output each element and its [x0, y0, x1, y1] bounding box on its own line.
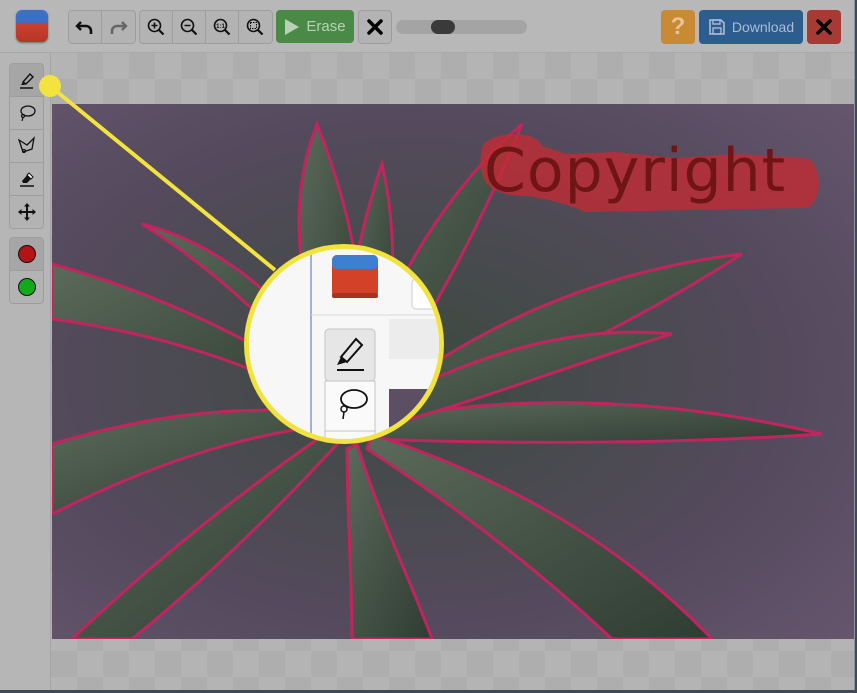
zoom-in-button[interactable] — [140, 11, 173, 43]
clear-x-icon — [367, 19, 383, 35]
history-group — [68, 10, 136, 44]
marker-icon — [19, 72, 34, 89]
top-toolbar: 1:1 Erase ? Download — [0, 0, 854, 53]
redo-icon — [110, 21, 128, 34]
zoom-actual-size-button[interactable]: 1:1 — [206, 11, 239, 43]
zoom-group: 1:1 — [139, 10, 273, 44]
svg-text:1:1: 1:1 — [216, 24, 225, 30]
magnifier-callout — [244, 244, 444, 444]
watermark-text: Copyright — [484, 136, 787, 206]
app-logo-icon — [16, 10, 48, 42]
magnified-marker-tool — [249, 249, 439, 439]
zoom-fit-icon — [246, 18, 264, 36]
close-icon — [816, 19, 832, 35]
zoom-out-icon — [180, 18, 198, 36]
help-icon: ? — [670, 13, 686, 40]
save-disk-icon — [709, 19, 725, 35]
zoom-out-button[interactable] — [173, 11, 206, 43]
red-dot-icon — [17, 245, 36, 263]
eraser-icon — [19, 172, 34, 187]
lasso-icon — [19, 105, 36, 122]
keep-color-button[interactable] — [10, 271, 43, 303]
brush-size-slider[interactable] — [396, 20, 527, 34]
color-group — [9, 237, 44, 304]
erase-button[interactable]: Erase — [276, 10, 354, 43]
zoom-fit-button[interactable] — [239, 11, 271, 43]
polygon-lasso-icon — [17, 136, 35, 154]
remove-color-button[interactable] — [10, 238, 43, 271]
brush-size-slider-thumb[interactable] — [431, 20, 455, 34]
green-dot-icon — [17, 278, 36, 296]
download-button[interactable]: Download — [699, 10, 803, 44]
zoom-actual-size-icon: 1:1 — [213, 18, 231, 36]
move-tool-button[interactable] — [10, 196, 43, 228]
undo-button[interactable] — [69, 11, 102, 43]
lasso-tool-button[interactable] — [10, 97, 43, 130]
help-button[interactable]: ? — [661, 10, 695, 44]
eraser-tool-button[interactable] — [10, 163, 43, 196]
play-icon — [285, 18, 300, 35]
download-button-label: Download — [731, 19, 795, 35]
tool-group — [9, 63, 44, 229]
polygon-lasso-tool-button[interactable] — [10, 130, 43, 163]
move-icon — [17, 203, 36, 221]
redo-button[interactable] — [102, 11, 134, 43]
clear-button[interactable] — [358, 10, 392, 44]
marker-tool-button[interactable] — [10, 64, 43, 97]
erase-button-label: Erase — [306, 18, 346, 35]
undo-icon — [75, 21, 93, 34]
close-button[interactable] — [807, 10, 841, 44]
tool-sidebar — [0, 53, 51, 690]
zoom-in-icon — [147, 18, 165, 36]
